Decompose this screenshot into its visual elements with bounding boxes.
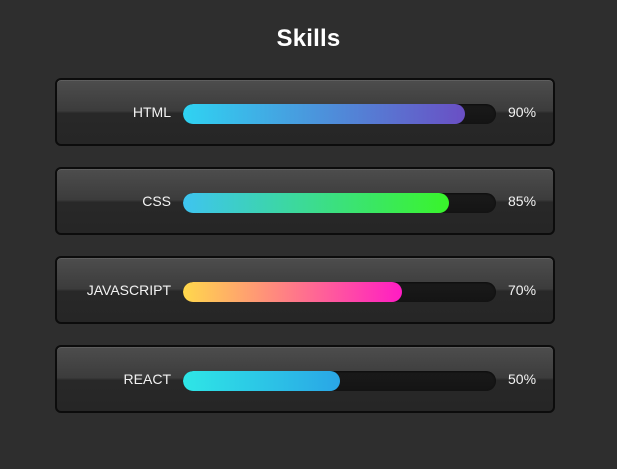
- progress-track: [183, 193, 496, 213]
- skills-list: HTML 90% CSS 85% JAVASCRIPT 70% REACT 50…: [55, 78, 555, 434]
- skill-card-react: REACT 50%: [55, 345, 555, 413]
- progress-fill: [183, 371, 340, 391]
- progress-track: [183, 104, 496, 124]
- progress-fill: [183, 193, 450, 213]
- progress-fill: [183, 282, 403, 302]
- skill-card-html: HTML 90%: [55, 78, 555, 146]
- skill-label: REACT: [123, 371, 171, 387]
- skill-percent: 70%: [508, 282, 537, 298]
- skill-card-javascript: JAVASCRIPT 70%: [55, 256, 555, 324]
- skill-percent: 85%: [508, 193, 537, 209]
- skill-label: JAVASCRIPT: [86, 282, 171, 298]
- page-title: Skills: [276, 25, 341, 52]
- skill-percent: 90%: [508, 104, 537, 120]
- skill-card-css: CSS 85%: [55, 167, 555, 235]
- progress-track: [183, 371, 496, 391]
- skill-label: CSS: [142, 193, 171, 209]
- progress-track: [183, 282, 496, 302]
- skill-label: HTML: [132, 104, 171, 120]
- progress-fill: [183, 104, 465, 124]
- skill-percent: 50%: [508, 371, 537, 387]
